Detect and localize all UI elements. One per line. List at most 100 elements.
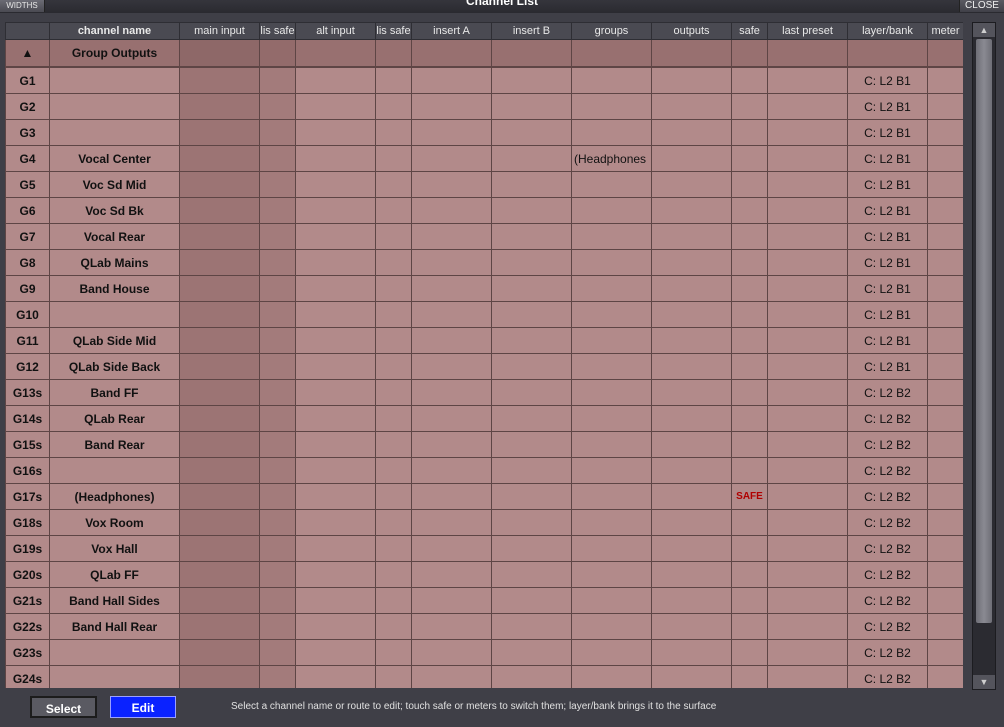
insert-b-cell[interactable]	[491, 639, 572, 666]
lis-safe2-cell[interactable]	[375, 509, 412, 536]
lis-safe2-cell[interactable]	[375, 171, 412, 198]
insert-b-cell[interactable]	[491, 93, 572, 120]
meter-cell[interactable]	[927, 66, 963, 94]
table-row[interactable]: G8 QLab Mains C: L2 B1	[5, 249, 963, 276]
meter-cell[interactable]	[927, 171, 963, 198]
alt-input-cell[interactable]	[295, 639, 376, 666]
scroll-up-arrow-icon[interactable]: ▲	[973, 23, 995, 37]
meter-cell[interactable]	[927, 639, 963, 666]
outputs-cell[interactable]	[651, 457, 732, 484]
meter-cell[interactable]	[927, 119, 963, 146]
channel-name-cell[interactable]: QLab Mains	[49, 249, 180, 276]
outputs-cell[interactable]	[651, 145, 732, 172]
meter-cell[interactable]	[927, 483, 963, 510]
last-preset-cell[interactable]	[767, 639, 848, 666]
layer-bank-cell[interactable]: C: L2 B2	[847, 431, 928, 458]
alt-input-cell[interactable]	[295, 561, 376, 588]
alt-input-cell[interactable]	[295, 379, 376, 406]
layer-bank-cell[interactable]: C: L2 B1	[847, 327, 928, 354]
channel-name-cell[interactable]: QLab Rear	[49, 405, 180, 432]
lis-safe-cell[interactable]	[259, 327, 296, 354]
groups-cell[interactable]	[571, 405, 652, 432]
alt-input-cell[interactable]	[295, 405, 376, 432]
table-row[interactable]: G7 Vocal Rear C: L2 B1	[5, 223, 963, 250]
insert-a-cell[interactable]	[411, 301, 492, 328]
main-input-cell[interactable]	[179, 145, 260, 172]
last-preset-cell[interactable]	[767, 457, 848, 484]
main-input-cell[interactable]	[179, 327, 260, 354]
groups-cell[interactable]	[571, 249, 652, 276]
table-row[interactable]: G24s C: L2 B2	[5, 665, 963, 688]
last-preset-cell[interactable]	[767, 93, 848, 120]
safe-cell[interactable]: SAFE	[731, 483, 768, 510]
column-header-lis-safe2-col[interactable]: lis safe	[375, 22, 412, 40]
alt-input-cell[interactable]	[295, 197, 376, 224]
channel-id[interactable]: G8	[5, 249, 50, 276]
alt-input-cell[interactable]	[295, 353, 376, 380]
last-preset-cell[interactable]	[767, 301, 848, 328]
channel-id[interactable]: G11	[5, 327, 50, 354]
meter-cell[interactable]	[927, 665, 963, 688]
insert-a-cell[interactable]	[411, 223, 492, 250]
table-row[interactable]: G19s Vox Hall C: L2 B2	[5, 535, 963, 562]
table-row[interactable]: G11 QLab Side Mid C: L2 B1	[5, 327, 963, 354]
lis-safe-cell[interactable]	[259, 535, 296, 562]
lis-safe-cell[interactable]	[259, 145, 296, 172]
channel-id[interactable]: G6	[5, 197, 50, 224]
table-row[interactable]: G21s Band Hall Sides C: L2 B2	[5, 587, 963, 614]
insert-b-cell[interactable]	[491, 119, 572, 146]
alt-input-cell[interactable]	[295, 587, 376, 614]
main-input-cell[interactable]	[179, 457, 260, 484]
main-input-cell[interactable]	[179, 223, 260, 250]
lis-safe-cell[interactable]	[259, 431, 296, 458]
insert-a-cell[interactable]	[411, 327, 492, 354]
alt-input-cell[interactable]	[295, 613, 376, 640]
table-row[interactable]: G9 Band House C: L2 B1	[5, 275, 963, 302]
insert-a-cell[interactable]	[411, 171, 492, 198]
channel-id[interactable]: G13s	[5, 379, 50, 406]
last-preset-cell[interactable]	[767, 66, 848, 94]
safe-cell[interactable]	[731, 353, 768, 380]
lis-safe-cell[interactable]	[259, 223, 296, 250]
channel-id[interactable]: G23s	[5, 639, 50, 666]
meter-cell[interactable]	[927, 249, 963, 276]
meter-cell[interactable]	[927, 145, 963, 172]
layer-bank-cell[interactable]: C: L2 B1	[847, 249, 928, 276]
outputs-cell[interactable]	[651, 509, 732, 536]
lis-safe2-cell[interactable]	[375, 66, 412, 94]
main-input-cell[interactable]	[179, 353, 260, 380]
table-row[interactable]: G12 QLab Side Back C: L2 B1	[5, 353, 963, 380]
alt-input-cell[interactable]	[295, 145, 376, 172]
lis-safe-cell[interactable]	[259, 275, 296, 302]
channel-id[interactable]: G18s	[5, 509, 50, 536]
layer-bank-cell[interactable]: C: L2 B1	[847, 353, 928, 380]
alt-input-cell[interactable]	[295, 223, 376, 250]
groups-cell[interactable]	[571, 483, 652, 510]
column-header-meter-col[interactable]: meter	[927, 22, 963, 40]
table-row[interactable]: G5 Voc Sd Mid C: L2 B1	[5, 171, 963, 198]
last-preset-cell[interactable]	[767, 483, 848, 510]
last-preset-cell[interactable]	[767, 353, 848, 380]
main-input-cell[interactable]	[179, 431, 260, 458]
insert-a-cell[interactable]	[411, 613, 492, 640]
safe-cell[interactable]	[731, 587, 768, 614]
channel-id[interactable]: G22s	[5, 613, 50, 640]
lis-safe2-cell[interactable]	[375, 353, 412, 380]
safe-cell[interactable]	[731, 509, 768, 536]
alt-input-cell[interactable]	[295, 275, 376, 302]
groups-cell[interactable]	[571, 587, 652, 614]
table-row[interactable]: G1 C: L2 B1	[5, 66, 963, 94]
safe-cell[interactable]	[731, 66, 768, 94]
column-header-id-col[interactable]	[5, 22, 50, 40]
outputs-cell[interactable]	[651, 353, 732, 380]
insert-a-cell[interactable]	[411, 145, 492, 172]
layer-bank-cell[interactable]: C: L2 B2	[847, 613, 928, 640]
outputs-cell[interactable]	[651, 301, 732, 328]
channel-id[interactable]: G5	[5, 171, 50, 198]
groups-cell[interactable]	[571, 509, 652, 536]
meter-cell[interactable]	[927, 509, 963, 536]
alt-input-cell[interactable]	[295, 249, 376, 276]
channel-name-cell[interactable]: QLab Side Mid	[49, 327, 180, 354]
channel-name-cell[interactable]: Band Rear	[49, 431, 180, 458]
lis-safe2-cell[interactable]	[375, 275, 412, 302]
